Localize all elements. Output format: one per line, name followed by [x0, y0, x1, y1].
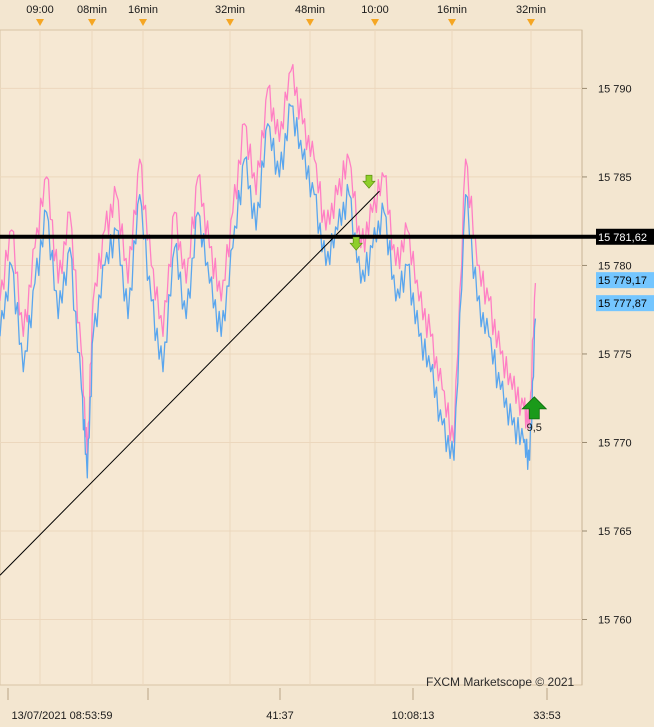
- y-tick-label: 15 775: [598, 349, 632, 361]
- top-time-axis: 09:00 08min 16min 32min 48min 10:00 16min 32min: [26, 4, 546, 26]
- price-chart[interactable]: 09:00 08min 16min 32min 48min 10:00 16min 32min…: [0, 0, 654, 727]
- time-marker-icon: [36, 19, 44, 26]
- top-time-label: 32min: [215, 4, 245, 16]
- time-marker-icon: [139, 19, 147, 26]
- y-tick-label: 15 770: [598, 437, 632, 449]
- ask-price-tag: 15 779,17: [598, 275, 647, 287]
- top-time-label: 09:00: [26, 4, 54, 16]
- time-marker-icon: [371, 19, 379, 26]
- time-marker-icon: [527, 19, 535, 26]
- level-price-tag: 15 781,62: [598, 232, 647, 244]
- bottom-time-label: 13/07/2021 08:53:59: [12, 710, 113, 722]
- y-tick-label: 15 780: [598, 260, 632, 272]
- top-time-label: 16min: [128, 4, 158, 16]
- y-axis: 15 790 15 785 15 780 15 775 15 770 15 765 15 7…: [582, 83, 632, 627]
- time-marker-icon: [448, 19, 456, 26]
- top-time-label: 32min: [516, 4, 546, 16]
- time-marker-icon: [306, 19, 314, 26]
- watermark: FXCM Marketscope © 2021: [426, 675, 575, 689]
- y-tick-label: 15 790: [598, 83, 632, 95]
- top-time-label: 08min: [77, 4, 107, 16]
- top-time-label: 48min: [295, 4, 325, 16]
- time-marker-icon: [88, 19, 96, 26]
- y-tick-label: 15 760: [598, 615, 632, 627]
- top-time-label: 16min: [437, 4, 467, 16]
- bottom-time-axis: 13/07/2021 08:53:59 41:37 10:08:13 33:53: [7, 688, 561, 722]
- bid-price-tag: 15 777,87: [598, 298, 647, 310]
- bottom-time-label: 33:53: [533, 710, 561, 722]
- y-tick-label: 15 785: [598, 172, 632, 184]
- bottom-time-label: 41:37: [266, 710, 294, 722]
- buy-arrow-label: 9,5: [527, 422, 542, 434]
- y-tick-label: 15 765: [598, 526, 632, 538]
- chart-stage: 09:00 08min 16min 32min 48min 10:00 16min 32min…: [0, 0, 654, 727]
- time-marker-icon: [226, 19, 234, 26]
- top-time-label: 10:00: [361, 4, 389, 16]
- bottom-time-label: 10:08:13: [392, 710, 435, 722]
